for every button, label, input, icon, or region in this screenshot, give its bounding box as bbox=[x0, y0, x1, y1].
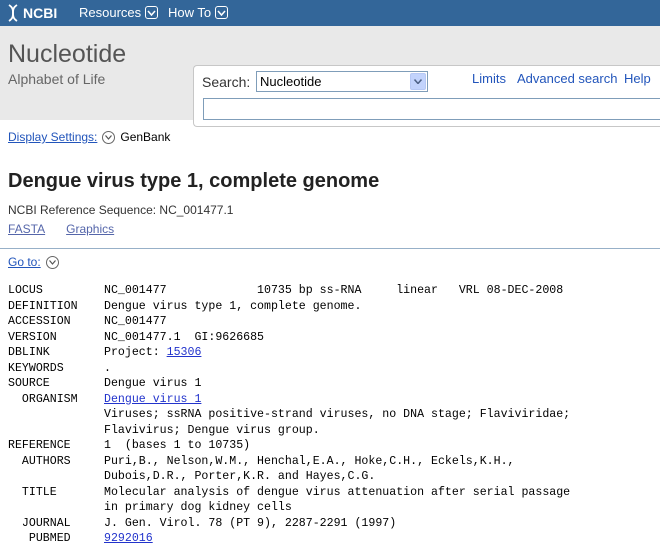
display-settings-link[interactable]: Display Settings: bbox=[8, 130, 97, 144]
genbank-line: JOURNAL J. Gen. Virol. 78 (PT 9), 2287-2… bbox=[8, 516, 570, 532]
graphics-link[interactable]: Graphics bbox=[66, 222, 114, 236]
genbank-line: in primary dog kidney cells bbox=[8, 500, 570, 516]
definition-value: Dengue virus type 1, complete genome. bbox=[104, 299, 362, 313]
how-to-menu[interactable]: How To bbox=[168, 5, 229, 20]
fasta-link[interactable]: FASTA bbox=[8, 222, 45, 236]
accession-value: NC_001477 bbox=[104, 315, 167, 328]
genbank-line: Flavivirus; Dengue virus group. bbox=[8, 423, 570, 439]
title-line: in primary dog kidney cells bbox=[104, 501, 292, 514]
title-line: Molecular analysis of dengue virus atten… bbox=[104, 485, 571, 499]
source-value: Dengue virus 1 bbox=[104, 377, 202, 390]
how-to-menu-label: How To bbox=[168, 5, 212, 20]
pubmed-link[interactable]: 9292016 bbox=[104, 531, 153, 547]
genbank-line: DBLINK Project: 15306 bbox=[8, 345, 570, 361]
reference-value: 1 (bases 1 to 10735) bbox=[104, 439, 251, 452]
taxonomy-line: Viruses; ssRNA positive-strand viruses, … bbox=[104, 408, 571, 421]
resources-menu[interactable]: Resources bbox=[79, 5, 159, 20]
authors-line: Dubois,D.R., Porter,K.R. and Hayes,C.G. bbox=[104, 470, 376, 483]
ncbi-logo[interactable]: NCBI bbox=[6, 4, 57, 22]
go-to-link[interactable]: Go to: bbox=[8, 255, 41, 269]
genbank-record: LOCUS NC_001477 10735 bp ss-RNA linear V… bbox=[8, 283, 570, 547]
genbank-line: SOURCE Dengue virus 1 bbox=[8, 376, 570, 392]
locus-value: NC_001477 10735 bp ss-RNA linear VRL 08-… bbox=[104, 284, 564, 297]
genbank-line: Dubois,D.R., Porter,K.R. and Hayes,C.G. bbox=[8, 469, 570, 485]
ncbi-logo-text: NCBI bbox=[23, 5, 58, 21]
chevron-down-icon[interactable] bbox=[45, 255, 59, 269]
search-input[interactable] bbox=[203, 98, 660, 120]
field-key: REFERENCE bbox=[8, 439, 71, 452]
genbank-line: AUTHORS Puri,B., Nelson,W.M., Henchal,E.… bbox=[8, 454, 570, 470]
authors-line: Puri,B., Nelson,W.M., Henchal,E.A., Hoke… bbox=[104, 454, 515, 468]
genbank-line: TITLE Molecular analysis of dengue virus… bbox=[8, 485, 570, 501]
field-key: KEYWORDS bbox=[8, 361, 64, 375]
genbank-line: REFERENCE 1 (bases 1 to 10735) bbox=[8, 438, 570, 454]
field-key: VERSION bbox=[8, 330, 57, 344]
project-link[interactable]: 15306 bbox=[167, 345, 202, 361]
field-key: ORGANISM bbox=[8, 392, 78, 406]
chevron-down-icon[interactable] bbox=[102, 130, 116, 144]
journal-value: J. Gen. Virol. 78 (PT 9), 2287-2291 (199… bbox=[104, 516, 397, 530]
dblink-prefix: Project: bbox=[104, 346, 167, 359]
record-title: Dengue virus type 1, complete genome bbox=[8, 170, 380, 192]
limits-link[interactable]: Limits bbox=[472, 71, 506, 86]
field-key: TITLE bbox=[8, 485, 57, 499]
genbank-line: LOCUS NC_001477 10735 bp ss-RNA linear V… bbox=[8, 283, 570, 299]
field-key: DBLINK bbox=[8, 346, 50, 359]
search-label: Search: bbox=[202, 74, 251, 90]
dna-helix-icon bbox=[8, 4, 18, 22]
genbank-line: DEFINITION Dengue virus type 1, complete… bbox=[8, 299, 570, 315]
database-select[interactable]: Nucleotide bbox=[256, 71, 428, 92]
field-key: AUTHORS bbox=[8, 454, 71, 468]
keywords-value: . bbox=[104, 361, 111, 375]
database-title: Nucleotide bbox=[8, 40, 127, 68]
version-value: NC_001477.1 GI:9626685 bbox=[104, 330, 265, 344]
chevron-down-icon bbox=[145, 6, 159, 19]
ncbi-top-bar: NCBI Resources How To bbox=[0, 0, 660, 26]
chevron-down-icon bbox=[215, 6, 229, 19]
help-link[interactable]: Help bbox=[624, 71, 651, 86]
field-key: DEFINITION bbox=[8, 299, 78, 313]
field-key: JOURNAL bbox=[8, 516, 71, 530]
genbank-line: KEYWORDS . bbox=[8, 361, 570, 377]
genbank-line: Viruses; ssRNA positive-strand viruses, … bbox=[8, 407, 570, 423]
display-format-value: GenBank bbox=[120, 130, 171, 144]
divider bbox=[0, 248, 660, 249]
organism-link[interactable]: Dengue virus 1 bbox=[104, 392, 201, 408]
genbank-line: ORGANISM Dengue virus 1 bbox=[8, 392, 570, 408]
advanced-search-link[interactable]: Advanced search bbox=[517, 71, 617, 86]
field-key: SOURCE bbox=[8, 377, 50, 390]
database-header: Nucleotide Alphabet of Life Search: Nucl… bbox=[0, 26, 660, 127]
resources-menu-label: Resources bbox=[79, 5, 142, 20]
field-key: PUBMED bbox=[8, 532, 71, 545]
field-key: LOCUS bbox=[8, 284, 43, 297]
genbank-line: PUBMED 9292016 bbox=[8, 531, 570, 547]
go-to: Go to: bbox=[8, 255, 59, 269]
reference-sequence: NCBI Reference Sequence: NC_001477.1 bbox=[8, 203, 234, 217]
format-links: FASTA Graphics bbox=[8, 222, 114, 236]
field-key: ACCESSION bbox=[8, 315, 71, 328]
taxonomy-line: Flavivirus; Dengue virus group. bbox=[104, 423, 320, 437]
genbank-line: VERSION NC_001477.1 GI:9626685 bbox=[8, 330, 570, 346]
database-subtitle: Alphabet of Life bbox=[8, 71, 106, 87]
display-settings: Display Settings: GenBank bbox=[8, 130, 170, 144]
genbank-line: ACCESSION NC_001477 bbox=[8, 314, 570, 330]
